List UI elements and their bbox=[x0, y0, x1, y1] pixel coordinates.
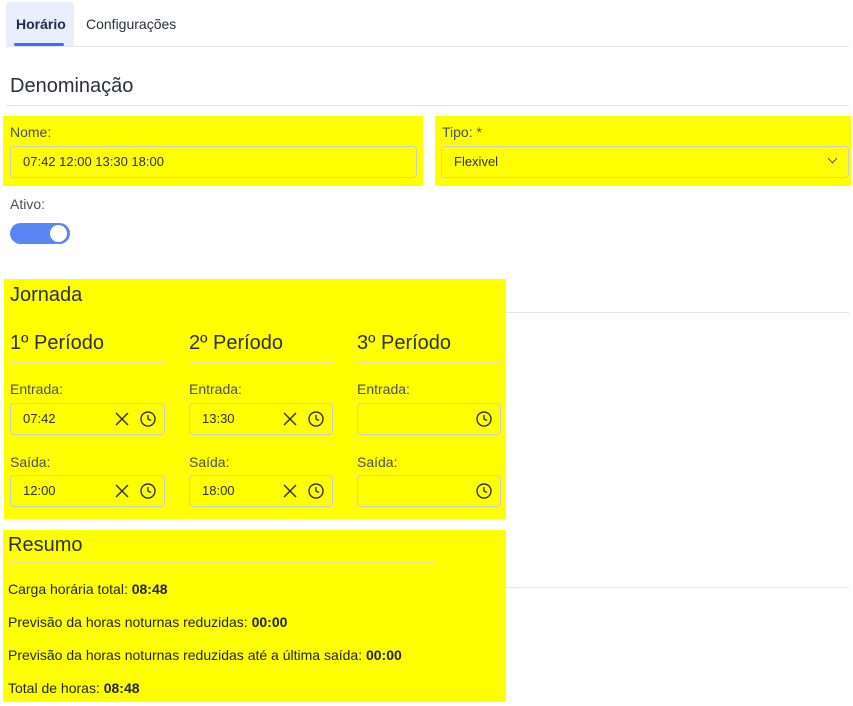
periodo-3-divider bbox=[357, 362, 501, 363]
resumo-noturnas-ultima: Previsão da horas noturnas reduzidas até… bbox=[8, 647, 402, 663]
clear-icon[interactable] bbox=[282, 483, 298, 499]
ativo-label: Ativo: bbox=[10, 196, 46, 212]
chevron-down-icon bbox=[827, 153, 838, 164]
periodo-3-saida-label: Saída: bbox=[357, 454, 398, 470]
resumo-item-value: 08:48 bbox=[131, 581, 168, 597]
periodo-1-saida-value: 12:00 bbox=[23, 483, 56, 498]
nome-label: Nome: bbox=[10, 124, 52, 140]
jornada-divider bbox=[506, 312, 849, 313]
nome-input[interactable]: 07:42 12:00 13:30 18:00 bbox=[10, 146, 417, 178]
periodo-2-divider bbox=[189, 362, 333, 363]
denominacao-divider bbox=[6, 105, 849, 106]
clear-icon[interactable] bbox=[282, 411, 298, 427]
tabs-divider bbox=[6, 46, 849, 47]
periodo-1-entrada-value: 07:42 bbox=[23, 411, 56, 426]
clock-icon[interactable] bbox=[308, 483, 324, 499]
resumo-item-value: 00:00 bbox=[251, 614, 288, 630]
resumo-item-label: Previsão da horas noturnas reduzidas: bbox=[8, 614, 252, 630]
periodo-1-title: 1º Período bbox=[10, 332, 105, 354]
nome-input-value: 07:42 12:00 13:30 18:00 bbox=[23, 154, 164, 169]
clock-icon[interactable] bbox=[140, 483, 156, 499]
periodo-2-saida-label: Saída: bbox=[189, 454, 230, 470]
resumo-outer-divider bbox=[436, 587, 849, 588]
periodo-2-title: 2º Período bbox=[189, 332, 284, 354]
periodo-2-entrada-value: 13:30 bbox=[202, 411, 235, 426]
resumo-item-label: Carga horária total: bbox=[8, 581, 132, 597]
periodo-3-entrada-input[interactable] bbox=[357, 403, 501, 435]
clock-icon[interactable] bbox=[476, 483, 492, 499]
clock-icon[interactable] bbox=[308, 411, 324, 427]
tipo-select-value: Flexivel bbox=[454, 154, 499, 169]
periodo-3-title: 3º Período bbox=[357, 332, 452, 354]
clear-icon[interactable] bbox=[114, 411, 130, 427]
resumo-title: Resumo bbox=[8, 534, 83, 556]
resumo-item-label: Total de horas: bbox=[8, 680, 104, 696]
toggle-knob bbox=[50, 225, 67, 242]
resumo-item-label: Previsão da horas noturnas reduzidas até… bbox=[8, 647, 366, 663]
periodo-2-saida-input[interactable]: 18:00 bbox=[189, 475, 333, 507]
periodo-2-saida-value: 18:00 bbox=[202, 483, 235, 498]
ativo-toggle[interactable] bbox=[10, 223, 70, 244]
tipo-label: Tipo: * bbox=[442, 124, 482, 140]
periodo-1-saida-input[interactable]: 12:00 bbox=[10, 475, 165, 507]
periodo-1-saida-label: Saída: bbox=[10, 454, 51, 470]
periodo-3-saida-input[interactable] bbox=[357, 475, 501, 507]
periodo-2-entrada-input[interactable]: 13:30 bbox=[189, 403, 333, 435]
resumo-item-value: 08:48 bbox=[103, 680, 140, 696]
resumo-noturnas: Previsão da horas noturnas reduzidas: 00… bbox=[8, 614, 287, 630]
resumo-total-horas: Total de horas: 08:48 bbox=[8, 680, 140, 696]
resumo-divider bbox=[8, 562, 436, 563]
resumo-carga-horaria: Carga horária total: 08:48 bbox=[8, 581, 168, 597]
periodo-2-entrada-label: Entrada: bbox=[189, 381, 242, 397]
clock-icon[interactable] bbox=[140, 411, 156, 427]
tab-horario[interactable]: Horário bbox=[6, 2, 74, 46]
clock-icon[interactable] bbox=[476, 411, 492, 427]
tab-configuracoes[interactable]: Configurações bbox=[76, 2, 186, 46]
jornada-title: Jornada bbox=[10, 284, 83, 306]
periodo-1-divider bbox=[10, 362, 165, 363]
periodo-3-entrada-label: Entrada: bbox=[357, 381, 410, 397]
clear-icon[interactable] bbox=[114, 483, 130, 499]
resumo-item-value: 00:00 bbox=[365, 647, 402, 663]
denominacao-title: Denominação bbox=[10, 75, 134, 97]
periodo-1-entrada-label: Entrada: bbox=[10, 381, 63, 397]
periodo-1-entrada-input[interactable]: 07:42 bbox=[10, 403, 165, 435]
tipo-select[interactable]: Flexivel bbox=[441, 146, 849, 178]
